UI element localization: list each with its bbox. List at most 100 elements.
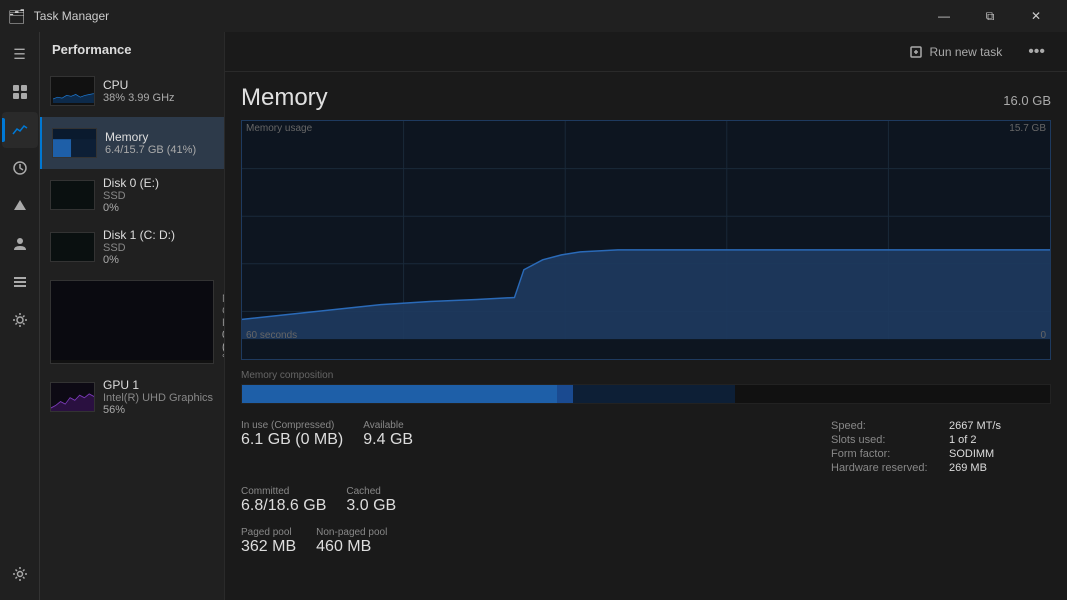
memory-info: Memory 6.4/15.7 GB (41%) xyxy=(105,130,214,156)
device-item-disk0[interactable]: Disk 0 (E:) SSD 0% xyxy=(40,169,224,221)
stat-group-committed: Committed 6.8/18.6 GB xyxy=(241,486,326,515)
comp-standby xyxy=(573,385,735,403)
stats-row3: Paged pool 362 MB Non-paged pool 460 MB xyxy=(241,527,1051,556)
chart-zero-label: 0 xyxy=(1040,330,1046,341)
sidebar-item-details[interactable] xyxy=(2,264,38,300)
comp-modified xyxy=(557,385,573,403)
slots-val: 1 of 2 xyxy=(949,434,977,446)
memory-title: Memory xyxy=(241,84,328,112)
close-button[interactable]: ✕ xyxy=(1013,0,1059,32)
stat-group-paged: Paged pool 362 MB xyxy=(241,527,296,556)
sidebar-item-hamburger[interactable]: ☰ xyxy=(2,36,38,72)
committed-label: Committed xyxy=(241,486,326,497)
memory-thumb xyxy=(52,128,97,158)
main-panel: Performance CPU 38% 3.99 GHz xyxy=(40,32,1067,600)
sidebar-item-settings[interactable] xyxy=(2,556,38,592)
cached-label: Cached xyxy=(346,486,396,497)
disk0-name: Disk 0 (E:) xyxy=(103,176,214,190)
speed-val: 2667 MT/s xyxy=(949,420,1001,432)
inuse-value: 6.1 GB (0 MB) xyxy=(241,431,343,449)
title-bar-controls: — ⧉ ✕ xyxy=(921,0,1059,32)
stat-group-nonpaged: Non-paged pool 460 MB xyxy=(316,527,387,556)
run-task-label: Run new task xyxy=(929,45,1002,59)
hwreserved-val: 269 MB xyxy=(949,462,987,474)
cpu-value: 38% 3.99 GHz xyxy=(103,92,214,104)
device-item-disk1[interactable]: Disk 1 (C: D:) SSD 0% xyxy=(40,221,224,273)
gpu1-info: GPU 1 Intel(R) UHD Graphics 56% xyxy=(103,378,214,416)
inuse-label: In use (Compressed) xyxy=(241,420,343,431)
available-value: 9.4 GB xyxy=(363,431,413,449)
cached-value: 3.0 GB xyxy=(346,497,396,515)
nonpaged-label: Non-paged pool xyxy=(316,527,387,538)
stats-container: In use (Compressed) 6.1 GB (0 MB) Availa… xyxy=(241,420,1051,474)
chart-max-label: 15.7 GB xyxy=(1009,123,1046,134)
more-options-button[interactable]: ••• xyxy=(1022,41,1051,63)
stats-left: In use (Compressed) 6.1 GB (0 MB) Availa… xyxy=(241,420,831,474)
gpu1-thumb xyxy=(50,382,95,412)
disk0-info: Disk 0 (E:) SSD 0% xyxy=(103,176,214,214)
icon-sidebar: ☰ xyxy=(0,32,40,600)
device-item-cpu[interactable]: CPU 38% 3.99 GHz xyxy=(40,65,224,117)
memory-header-row: Memory 16.0 GB xyxy=(241,84,1051,112)
stat-row-form: Form factor: SODIMM xyxy=(831,448,1051,460)
chart-svg xyxy=(242,121,1050,359)
cpu-thumb xyxy=(50,76,95,106)
sidebar-item-performance[interactable] xyxy=(2,112,38,148)
committed-value: 6.8/18.6 GB xyxy=(241,497,326,515)
hwreserved-key: Hardware reserved: xyxy=(831,462,941,474)
stats-right: Speed: 2667 MT/s Slots used: 1 of 2 Form… xyxy=(831,420,1051,474)
memory-content: Memory 16.0 GB Memory usage 15.7 GB 60 s… xyxy=(225,72,1067,600)
title-bar-left: 🗂 Task Manager xyxy=(8,8,109,25)
content-topbar: Run new task ••• xyxy=(225,32,1067,72)
disk1-sub: SSD xyxy=(103,242,214,254)
disk1-info: Disk 1 (C: D:) SSD 0% xyxy=(103,228,214,266)
chart-wrapper: Memory usage 15.7 GB 60 seconds 0 xyxy=(241,120,1051,360)
run-task-icon xyxy=(909,45,923,59)
stat-row-hwreserved: Hardware reserved: 269 MB xyxy=(831,462,1051,474)
sidebar-item-startup[interactable] xyxy=(2,188,38,224)
memory-name: Memory xyxy=(105,130,214,144)
comp-in-use xyxy=(242,385,557,403)
disk0-value: 0% xyxy=(103,202,214,214)
form-key: Form factor: xyxy=(831,448,941,460)
gpu1-value: 56% xyxy=(103,404,214,416)
form-val: SODIMM xyxy=(949,448,994,460)
nonpaged-value: 460 MB xyxy=(316,538,387,556)
device-item-memory[interactable]: Memory 6.4/15.7 GB (41%) xyxy=(40,117,224,169)
memory-value: 6.4/15.7 GB (41%) xyxy=(105,144,214,156)
minimize-button[interactable]: — xyxy=(921,0,967,32)
memory-chart: Memory usage 15.7 GB 60 seconds 0 xyxy=(241,120,1051,360)
composition-label: Memory composition xyxy=(241,370,1051,381)
paged-label: Paged pool xyxy=(241,527,296,538)
sidebar-item-services[interactable] xyxy=(2,302,38,338)
app-icon: 🗂 xyxy=(8,8,26,25)
composition-bar xyxy=(241,384,1051,404)
disk1-name: Disk 1 (C: D:) xyxy=(103,228,214,242)
restore-button[interactable]: ⧉ xyxy=(967,0,1013,32)
title-bar: 🗂 Task Manager — ⧉ ✕ xyxy=(0,0,1067,32)
composition-section: Memory composition xyxy=(241,370,1051,404)
app-title: Task Manager xyxy=(34,9,109,23)
content-area: Run new task ••• Memory 16.0 GB Memory u… xyxy=(225,32,1067,600)
sidebar-item-apphistory[interactable] xyxy=(2,150,38,186)
cpu-info: CPU 38% 3.99 GHz xyxy=(103,78,214,104)
available-label: Available xyxy=(363,420,413,431)
disk1-value: 0% xyxy=(103,254,214,266)
device-item-gpu0[interactable]: GPU 0 NVIDIA GeForce RTX... 0% (42 °C) xyxy=(40,273,224,371)
sidebar-item-processes[interactable] xyxy=(2,74,38,110)
chart-usage-label: Memory usage xyxy=(246,123,312,134)
cpu-name: CPU xyxy=(103,78,214,92)
stats-row2: Committed 6.8/18.6 GB Cached 3.0 GB xyxy=(241,486,1051,515)
gpu1-name: GPU 1 xyxy=(103,378,214,392)
run-new-task-button[interactable]: Run new task xyxy=(901,41,1010,63)
stat-group-available: Available 9.4 GB xyxy=(363,420,413,474)
device-list: Performance CPU 38% 3.99 GHz xyxy=(40,32,225,600)
stat-row-speed: Speed: 2667 MT/s xyxy=(831,420,1051,432)
sidebar-item-users[interactable] xyxy=(2,226,38,262)
memory-total: 16.0 GB xyxy=(1003,93,1051,108)
speed-key: Speed: xyxy=(831,420,941,432)
slots-key: Slots used: xyxy=(831,434,941,446)
app-layout: ☰ Performance xyxy=(0,32,1067,600)
disk0-sub: SSD xyxy=(103,190,214,202)
device-item-gpu1[interactable]: GPU 1 Intel(R) UHD Graphics 56% xyxy=(40,371,224,423)
